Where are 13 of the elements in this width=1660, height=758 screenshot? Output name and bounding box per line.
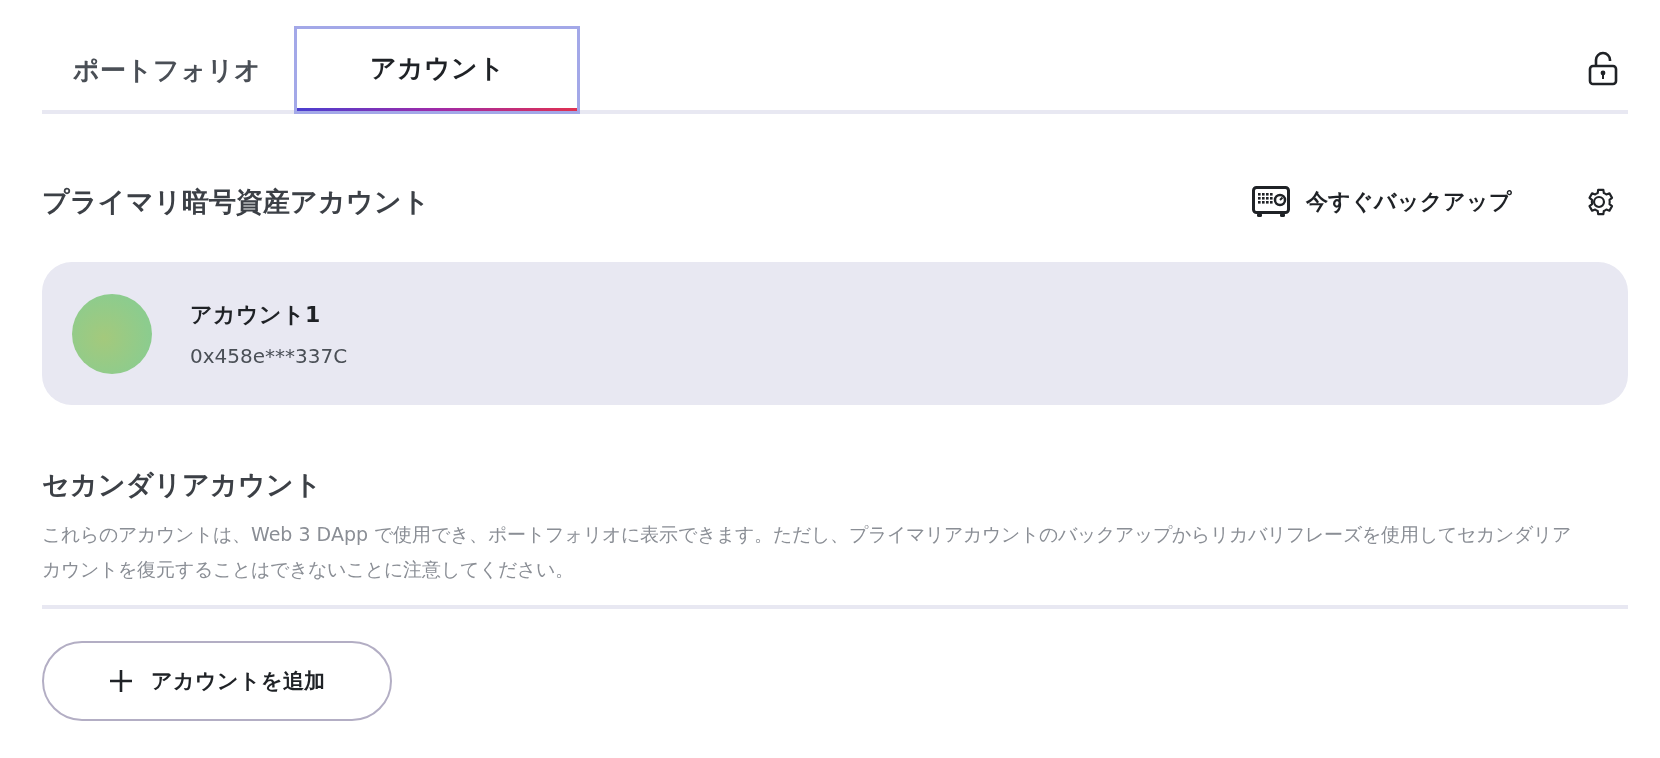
section-heading: プライマリ暗号資産アカウント (42, 185, 430, 219)
backup-button[interactable]: 今すぐバックアップ (1252, 186, 1512, 218)
account-card[interactable]: アカウント1 0x458e***337C (42, 262, 1628, 405)
safe-icon (1252, 186, 1290, 218)
add-account-button[interactable]: アカウントを追加 (42, 641, 392, 721)
section-description: これらのアカウントは、Web 3 DApp で使用でき、ポートフォリオに表示できます。ただし、プライマリアカウントのバックアップからリカバリフレーズを使用してセカンダリアカウントを復元することはできないことに注意してください。 (42, 522, 1573, 582)
account-address: 0x458e***337C (190, 343, 348, 368)
tab[interactable]: ポートフォリオ (42, 26, 294, 114)
tab[interactable]: アカウント (294, 26, 580, 114)
plus-icon (109, 669, 133, 693)
section-heading: セカンダリアカウント (42, 468, 323, 502)
account-name: アカウント1 (190, 300, 322, 329)
unlocked-lock-icon[interactable] (1588, 50, 1618, 86)
